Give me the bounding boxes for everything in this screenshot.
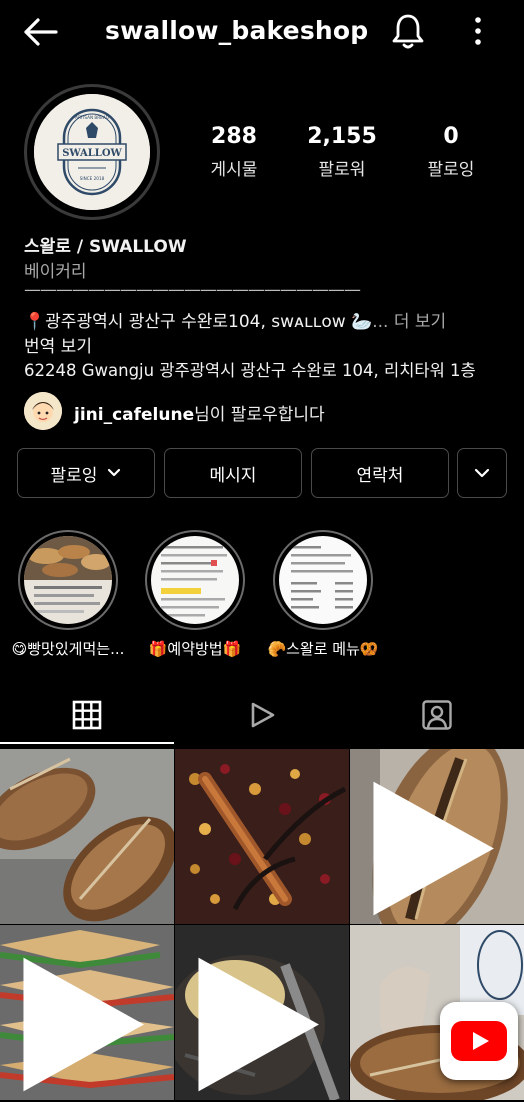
reel-indicator-icon: [23, 957, 144, 1092]
translate-link[interactable]: 번역 보기: [24, 332, 514, 357]
svg-text:ARTISAN BREAD: ARTISAN BREAD: [75, 115, 109, 120]
highlight-item[interactable]: 🥐스왈로 메뉴🥨: [267, 530, 379, 658]
reel-indicator-icon: [373, 781, 494, 916]
chevron-down-icon: [474, 468, 490, 478]
contact-button[interactable]: 연락처: [311, 448, 449, 498]
tab-reels[interactable]: [175, 686, 349, 744]
highlight-cover-menu: [279, 536, 367, 624]
youtube-icon: [451, 1021, 507, 1061]
more-vertical-icon[interactable]: [468, 14, 488, 48]
posts-count: 288: [211, 124, 257, 149]
following-label: 팔로잉: [427, 160, 475, 180]
highlight-label: 😋빵맛있게먹는...: [11, 640, 125, 658]
tab-grid[interactable]: [0, 686, 174, 744]
arrow-left-icon[interactable]: [22, 16, 58, 48]
highlight-ring: [145, 530, 245, 630]
stat-followers[interactable]: 2,155 팔로워: [287, 124, 397, 180]
post-thumbnail[interactable]: [175, 749, 349, 924]
followers-count: 2,155: [307, 124, 377, 149]
svg-text:SINCE 2018: SINCE 2018: [80, 176, 105, 181]
post-thumbnail[interactable]: [175, 925, 349, 1100]
post-thumbnail[interactable]: [0, 749, 174, 924]
contact-button-label: 연락처: [356, 465, 404, 486]
chevron-down-icon: [108, 468, 121, 477]
highlight-item[interactable]: 😋빵맛있게먹는...: [12, 530, 124, 658]
bio-ellipsis: ...: [372, 312, 389, 332]
profile-tabs: [0, 686, 524, 744]
followers-label: 팔로워: [318, 160, 366, 180]
location-text[interactable]: 62248 Gwangju 광주광역시 광산구 수완로 104, 리치타워 1층: [24, 357, 514, 381]
svg-text:SWALLOW: SWALLOW: [62, 148, 122, 159]
message-button-label: 메시지: [209, 465, 257, 486]
message-button[interactable]: 메시지: [164, 448, 302, 498]
stat-posts[interactable]: 288 게시물: [179, 124, 289, 180]
highlight-cover-reservation: [151, 536, 239, 624]
tagged-person-icon: [422, 700, 452, 730]
top-bar: swallow_bakeshop: [0, 0, 524, 64]
highlight-ring: [18, 530, 118, 630]
posts-label: 게시물: [210, 160, 258, 180]
bio-divider: —————————————————————: [24, 280, 361, 300]
profile-username: swallow_bakeshop: [105, 16, 369, 45]
swallow-logo: SWALLOW ARTISAN BREAD SINCE 2018: [34, 94, 150, 210]
following-button[interactable]: 팔로잉: [17, 448, 155, 498]
suggested-accounts-button[interactable]: [457, 448, 507, 498]
post-thumbnail[interactable]: [0, 925, 174, 1100]
stat-following[interactable]: 0 팔로잉: [396, 124, 506, 180]
followed-by-suffix: 님이 팔로우합니다: [194, 405, 325, 425]
following-button-label: 팔로잉: [50, 465, 98, 486]
highlight-item[interactable]: 🎁예약방법🎁: [145, 530, 245, 658]
highlight-label: 🥐스왈로 메뉴🥨: [267, 640, 379, 658]
follower-avatar: [24, 392, 62, 430]
highlight-cover-bread: [24, 536, 112, 624]
reel-indicator-icon: [198, 957, 319, 1092]
grid-icon: [72, 700, 102, 730]
following-count: 0: [443, 124, 459, 149]
bio-more-link[interactable]: 더 보기: [394, 312, 446, 332]
profile-avatar[interactable]: SWALLOW ARTISAN BREAD SINCE 2018: [24, 84, 160, 220]
profile-category: 베이커리: [24, 262, 87, 282]
active-tab-indicator: [0, 742, 174, 744]
bio-address-line: 📍광주광역시 광산구 수완로104, sᴡᴀʟʟᴏᴡ 🦢... 더 보기: [24, 307, 514, 332]
bio-address-text: 📍광주광역시 광산구 수완로104, sᴡᴀʟʟᴏᴡ 🦢: [24, 312, 373, 332]
highlight-label: 🎁예약방법🎁: [148, 640, 242, 658]
youtube-floating-button[interactable]: [440, 1002, 518, 1080]
followed-by-text: jini_cafelune님이 팔로우합니다: [74, 400, 325, 425]
post-thumbnail[interactable]: [350, 749, 524, 924]
reels-play-icon: [251, 702, 275, 728]
highlight-ring: [273, 530, 373, 630]
follower-username[interactable]: jini_cafelune: [74, 405, 194, 425]
profile-name: 스왈로 / SWALLOW: [24, 237, 187, 257]
bell-icon[interactable]: [390, 12, 426, 50]
tab-tagged[interactable]: [350, 686, 524, 744]
